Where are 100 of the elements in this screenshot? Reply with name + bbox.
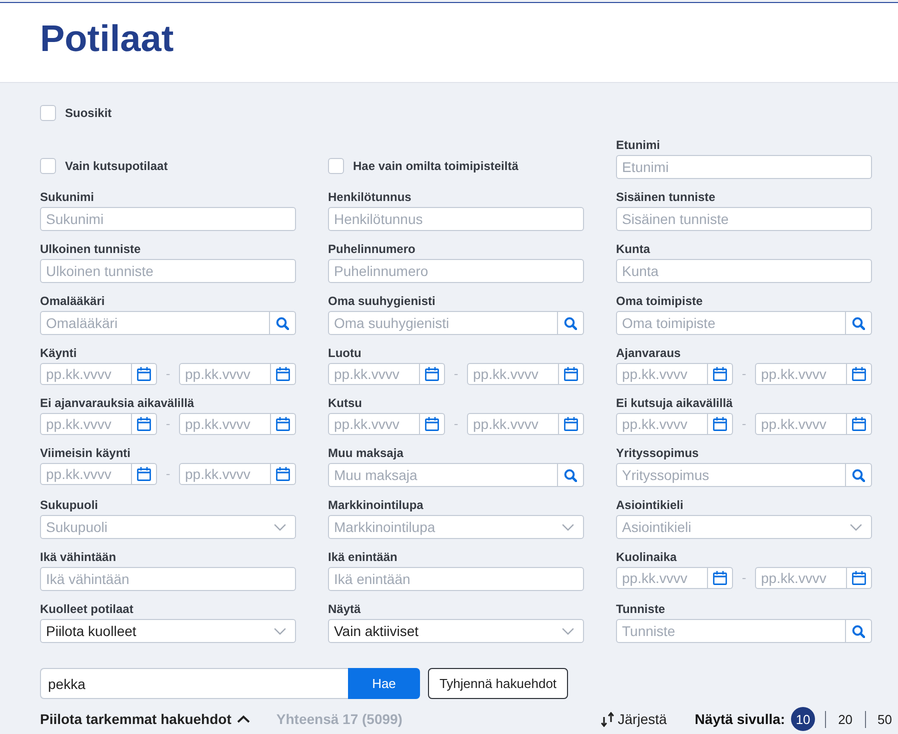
date-field[interactable]: pp.kk.vvvv — [40, 463, 132, 485]
input-field[interactable]: Oma toimipiste — [616, 311, 846, 335]
field-label: Ei ajanvarauksia aikavälillä — [40, 395, 196, 411]
calendar-button[interactable] — [271, 413, 296, 435]
date-field[interactable]: pp.kk.vvvv — [755, 413, 847, 435]
checkbox-label: Suosikit — [65, 105, 112, 121]
checkbox[interactable] — [40, 158, 56, 174]
search-button[interactable] — [846, 463, 872, 487]
field-label: Muu maksaja — [328, 445, 404, 461]
toggle-button[interactable]: Piilota tarkemmat hakuehdot — [40, 711, 250, 727]
calendar-icon — [713, 571, 727, 585]
date-field[interactable]: pp.kk.vvvv — [179, 413, 271, 435]
range-separator: - — [452, 415, 460, 433]
calendar-icon — [276, 467, 290, 481]
calendar-icon — [852, 417, 866, 431]
checkbox[interactable] — [328, 158, 344, 174]
calendar-icon — [713, 417, 727, 431]
field-label: Ulkoinen tunniste — [40, 241, 142, 257]
calendar-button[interactable] — [132, 413, 157, 435]
page-size-label: Näytä sivulla: — [694, 711, 786, 727]
search-button[interactable] — [846, 311, 872, 335]
chevron-down-icon — [274, 524, 286, 530]
date-field[interactable]: pp.kk.vvvv — [467, 413, 559, 435]
field-label: Etunimi — [616, 137, 661, 153]
search-button[interactable]: Hae — [348, 668, 420, 699]
date-field[interactable]: pp.kk.vvvv — [616, 567, 708, 589]
range-separator: - — [164, 415, 172, 433]
input-field[interactable]: Ikä vähintään — [40, 567, 296, 591]
page-size-option[interactable]: 50 — [876, 707, 894, 731]
date-field[interactable]: pp.kk.vvvv — [40, 363, 132, 385]
field-label: Kuolleet potilaat — [40, 601, 134, 617]
page-size-option[interactable]: 10 — [791, 707, 816, 731]
calendar-button[interactable] — [132, 463, 157, 485]
search-input[interactable]: pekka — [40, 668, 348, 699]
input-field[interactable]: Sukunimi — [40, 207, 296, 231]
date-field[interactable]: pp.kk.vvvv — [179, 363, 271, 385]
input-field[interactable]: Oma suuhygienisti — [328, 311, 558, 335]
chevron-down-icon — [562, 628, 574, 634]
date-field[interactable]: pp.kk.vvvv — [616, 413, 708, 435]
range-separator: - — [452, 365, 460, 383]
input-field[interactable]: Sisäinen tunniste — [616, 207, 872, 231]
calendar-button[interactable] — [132, 363, 157, 385]
sort-icon — [600, 712, 614, 726]
field-label: Kuolinaika — [616, 549, 678, 565]
calendar-button[interactable] — [847, 363, 872, 385]
calendar-button[interactable] — [559, 363, 584, 385]
field-label: Näytä — [328, 601, 362, 617]
checkbox[interactable] — [40, 105, 56, 121]
input-field[interactable]: Henkilötunnus — [328, 207, 584, 231]
calendar-icon — [425, 417, 439, 431]
field-label: Viimeisin käynti — [40, 445, 132, 461]
date-field[interactable]: pp.kk.vvvv — [40, 413, 132, 435]
calendar-button[interactable] — [420, 413, 445, 435]
input-field[interactable]: Yrityssopimus — [616, 463, 846, 487]
date-field[interactable]: pp.kk.vvvv — [328, 363, 420, 385]
page-size-option[interactable]: 20 — [836, 707, 855, 731]
date-field[interactable]: pp.kk.vvvv — [755, 567, 847, 589]
date-field[interactable]: pp.kk.vvvv — [755, 363, 847, 385]
field-label: Oma suuhygienisti — [328, 293, 436, 309]
search-button[interactable] — [558, 311, 584, 335]
dropdown[interactable]: Piilota kuolleet — [40, 619, 296, 643]
calendar-button[interactable] — [708, 413, 733, 435]
input-field[interactable]: Tunniste — [616, 619, 846, 643]
calendar-button[interactable] — [559, 413, 584, 435]
input-field[interactable]: Ulkoinen tunniste — [40, 259, 296, 283]
calendar-icon — [564, 417, 578, 431]
date-field[interactable]: pp.kk.vvvv — [616, 363, 708, 385]
search-button[interactable] — [270, 311, 296, 335]
dropdown[interactable]: Vain aktiiviset — [328, 619, 584, 643]
input-field[interactable]: Kunta — [616, 259, 872, 283]
date-field[interactable]: pp.kk.vvvv — [328, 413, 420, 435]
range-separator: - — [740, 365, 748, 383]
input-field[interactable]: Puhelinnumero — [328, 259, 584, 283]
search-button[interactable] — [846, 619, 872, 643]
calendar-button[interactable] — [420, 363, 445, 385]
calendar-button[interactable] — [708, 363, 733, 385]
input-field[interactable]: Etunimi — [616, 155, 872, 179]
clear-button[interactable]: Tyhjennä hakuehdot — [428, 668, 568, 699]
search-icon — [852, 624, 865, 638]
field-label: Ei kutsuja aikavälillä — [616, 395, 734, 411]
input-field[interactable]: Omalääkäri — [40, 311, 270, 335]
chevron-down-icon — [850, 524, 862, 530]
field-label: Kunta — [616, 241, 652, 257]
date-field[interactable]: pp.kk.vvvv — [467, 363, 559, 385]
calendar-button[interactable] — [847, 413, 872, 435]
field-label: Sukupuoli — [40, 497, 99, 513]
calendar-button[interactable] — [847, 567, 872, 589]
calendar-icon — [137, 467, 151, 481]
search-icon — [564, 316, 577, 330]
input-field[interactable]: Ikä enintään — [328, 567, 584, 591]
date-field[interactable]: pp.kk.vvvv — [179, 463, 271, 485]
checkbox-label: Vain kutsupotilaat — [65, 158, 168, 174]
input-field[interactable]: Muu maksaja — [328, 463, 558, 487]
field-label: Ikä vähintään — [40, 549, 118, 565]
search-icon — [852, 468, 865, 482]
search-button[interactable] — [558, 463, 584, 487]
sort-button[interactable]: Järjestä — [600, 711, 667, 727]
calendar-button[interactable] — [708, 567, 733, 589]
calendar-button[interactable] — [271, 463, 296, 485]
calendar-button[interactable] — [271, 363, 296, 385]
